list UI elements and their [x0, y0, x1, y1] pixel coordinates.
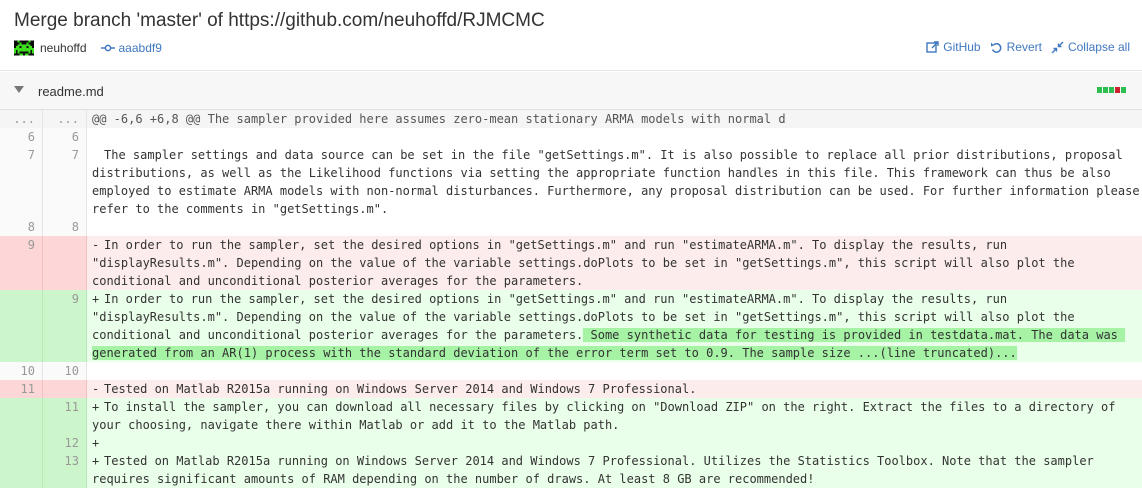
- deleted-line: 11 - Tested on Matlab R2015a running on Wi…: [0, 380, 1142, 398]
- diff-marker: +: [92, 436, 100, 450]
- context-line: 66: [0, 128, 1142, 146]
- line-number-right[interactable]: 11: [43, 398, 87, 434]
- hunk-header[interactable]: ... ... @@ -6,6 +6,8 @@ The sampler prov…: [0, 110, 1142, 128]
- line-text: Tested on Matlab R2015a running on Windo…: [104, 382, 697, 396]
- line-text: To install the sampler, you can download…: [92, 400, 1123, 432]
- diffstat-add-block: [1103, 87, 1108, 93]
- line-number-right[interactable]: 9: [43, 290, 87, 362]
- line-number-right[interactable]: 12: [43, 434, 87, 452]
- commit-header: Merge branch 'master' of https://github.…: [0, 0, 1142, 71]
- commit-meta: neuhoffd aaabdf9: [14, 38, 162, 58]
- line-number-left[interactable]: 6: [0, 128, 43, 146]
- diffstat-add-block: [1097, 87, 1102, 93]
- line-number-right[interactable]: 8: [43, 218, 87, 236]
- line-code: - In order to run the sampler, set the de…: [87, 236, 1142, 290]
- context-line: 10 10: [0, 362, 1142, 380]
- line-code: The sampler settings and data source can…: [87, 146, 1142, 218]
- diffstat-del-block: [1115, 87, 1120, 93]
- commit-actions: GitHub Revert Collapse all: [917, 40, 1130, 54]
- diff-table: ... ... @@ -6,6 +6,8 @@ The sampler prov…: [0, 110, 1142, 488]
- added-line: 11 + To install the sampler, you can downl…: [0, 398, 1142, 434]
- file-header[interactable]: readme.md: [0, 72, 1142, 110]
- line-code: + In order to run the sampler, set the de…: [87, 290, 1142, 362]
- commit-sha: aaabdf9: [118, 41, 162, 55]
- line-number-left[interactable]: [0, 398, 43, 434]
- line-number-right[interactable]: 6: [43, 128, 87, 146]
- diffstat-add-block: [1109, 87, 1114, 93]
- added-line: 9 + In order to run the sampler, set the d…: [0, 290, 1142, 362]
- collapse-icon: [1051, 41, 1064, 53]
- line-number-right[interactable]: [43, 380, 87, 398]
- context-line: 88: [0, 218, 1142, 236]
- undo-icon: [990, 42, 1002, 53]
- line-code: [87, 362, 1142, 380]
- chevron-down-icon[interactable]: [14, 86, 24, 94]
- line-number-right[interactable]: ...: [43, 110, 87, 128]
- diffstat-add-block: [1121, 87, 1126, 93]
- line-code: - Tested on Matlab R2015a running on Wind…: [87, 380, 1142, 398]
- commit-sha-link[interactable]: aaabdf9: [100, 41, 162, 55]
- diff-marker: -: [92, 382, 100, 396]
- github-button[interactable]: GitHub: [926, 40, 981, 54]
- added-line: 12 +: [0, 434, 1142, 452]
- line-number-left[interactable]: [0, 290, 43, 362]
- external-link-icon: [926, 40, 939, 53]
- line-number-left[interactable]: 11: [0, 380, 43, 398]
- line-number-right[interactable]: [43, 236, 87, 290]
- line-number-right[interactable]: 10: [43, 362, 87, 380]
- hunk-text: @@ -6,6 +6,8 @@ The sampler provided her…: [87, 110, 1142, 128]
- line-code: +: [87, 434, 1142, 452]
- commit-title: Merge branch 'master' of https://github.…: [14, 10, 545, 31]
- diffstat: [1096, 87, 1126, 93]
- context-line: 7 7 The sampler settings and data source c…: [0, 146, 1142, 218]
- line-number-left[interactable]: [0, 434, 43, 452]
- author-name[interactable]: neuhoffd: [40, 41, 87, 55]
- diff-marker: +: [92, 454, 100, 468]
- line-number-left[interactable]: [0, 452, 43, 488]
- diff-rows: 6 6 7 7 The sampler settings and data source…: [0, 128, 1142, 488]
- line-code: [87, 218, 1142, 236]
- line-text: Tested on Matlab R2015a running on Windo…: [92, 454, 1102, 486]
- line-number-left[interactable]: 8: [0, 218, 43, 236]
- line-number-left[interactable]: 9: [0, 236, 43, 290]
- github-label: GitHub: [943, 40, 981, 54]
- line-number-left[interactable]: ...: [0, 110, 43, 128]
- revert-label: Revert: [1006, 40, 1042, 54]
- deleted-line: 9 - In order to run the sampler, set the d…: [0, 236, 1142, 290]
- line-number-right[interactable]: 7: [43, 146, 87, 218]
- line-code: [87, 128, 1142, 146]
- diff-marker: -: [92, 238, 100, 252]
- line-number-left[interactable]: 7: [0, 146, 43, 218]
- revert-button[interactable]: Revert: [990, 40, 1042, 54]
- collapse-all-button[interactable]: Collapse all: [1051, 40, 1130, 54]
- line-code: + To install the sampler, you can downloa…: [87, 398, 1142, 434]
- line-text: The sampler settings and data source can…: [92, 148, 1140, 216]
- line-code: + Tested on Matlab R2015a running on Wind…: [87, 452, 1142, 488]
- line-number-right[interactable]: 13: [43, 452, 87, 488]
- avatar[interactable]: [14, 38, 34, 58]
- line-number-left[interactable]: 10: [0, 362, 43, 380]
- line-text: In order to run the sampler, set the des…: [92, 238, 1082, 288]
- added-line: 13 + Tested on Matlab R2015a running on Wi…: [0, 452, 1142, 488]
- file-name[interactable]: readme.md: [38, 84, 104, 99]
- diff-marker: +: [92, 400, 100, 414]
- commit-icon: [100, 44, 115, 52]
- collapse-label: Collapse all: [1067, 40, 1130, 54]
- diff-marker: +: [92, 292, 100, 306]
